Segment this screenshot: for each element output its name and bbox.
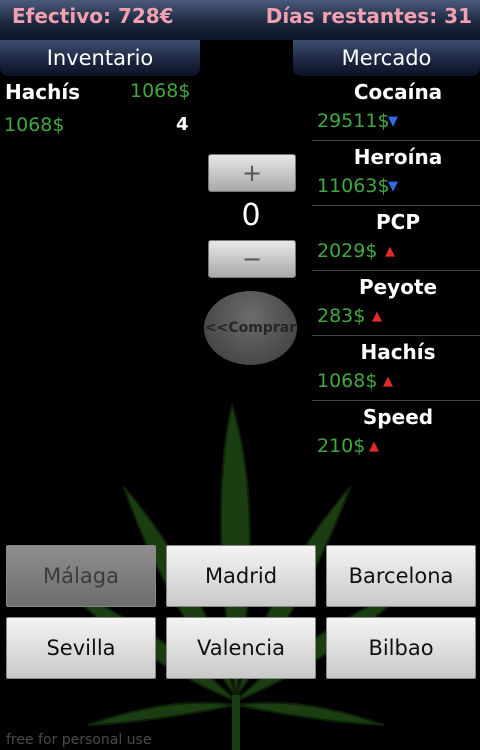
city-button-valencia[interactable]: Valencia — [166, 617, 316, 679]
inventory-item-name[interactable]: Hachís — [5, 80, 80, 104]
market-item-name: Cocaína — [353, 80, 443, 104]
market-item-price: 29511$ — [317, 110, 390, 132]
market-item-price: 283$ — [317, 305, 366, 327]
city-button-malaga[interactable]: Málaga — [6, 545, 156, 607]
market-row-peyote[interactable]: Peyote 283$ ▲ — [312, 271, 480, 336]
increase-quantity-button[interactable]: + — [208, 154, 296, 192]
days-left-label: Días restantes: 31 — [265, 4, 472, 28]
inventory-header: Inventario — [0, 40, 200, 76]
inventory-item-market-price: 1068$ — [130, 80, 191, 102]
market-item-name: PCP — [376, 210, 420, 234]
license-footer: free for personal use — [6, 732, 152, 748]
price-up-icon: ▲ — [372, 309, 382, 324]
market-row-hachis[interactable]: Hachís 1068$ ▲ — [312, 336, 480, 401]
market-row-pcp[interactable]: PCP 2029$ ▲ — [312, 206, 480, 271]
price-down-icon: ▼ — [388, 114, 398, 129]
trade-quantity: 0 — [241, 198, 261, 233]
market-item-name: Speed — [362, 405, 434, 429]
market-row-speed[interactable]: Speed 210$ ▲ — [312, 401, 480, 465]
market-item-price: 1068$ — [317, 370, 378, 392]
city-button-sevilla[interactable]: Sevilla — [6, 617, 156, 679]
market-item-name: Peyote — [358, 275, 438, 299]
price-up-icon: ▲ — [383, 374, 393, 389]
decrease-quantity-button[interactable]: − — [208, 240, 296, 278]
cash-label: Efectivo: 728€ — [12, 4, 174, 28]
market-item-price: 11063$ — [317, 175, 390, 197]
market-item-name: Heroína — [353, 145, 443, 169]
inventory-item-paid-price: 1068$ — [4, 114, 65, 136]
market-item-name: Hachís — [360, 340, 436, 364]
price-up-icon: ▲ — [369, 439, 379, 454]
price-down-icon: ▼ — [388, 179, 398, 194]
market-row-heroina[interactable]: Heroína 11063$ ▼ — [312, 141, 480, 206]
market-item-price: 210$ — [317, 435, 366, 457]
city-button-madrid[interactable]: Madrid — [166, 545, 316, 607]
buy-button[interactable]: <<Comprar — [204, 291, 297, 365]
price-up-icon: ▲ — [385, 244, 395, 259]
city-button-barcelona[interactable]: Barcelona — [326, 545, 476, 607]
inventory-item-quantity: 4 — [176, 114, 189, 135]
market-item-price: 2029$ — [317, 240, 378, 262]
market-header: Mercado — [293, 40, 480, 76]
market-list: Cocaína 29511$ ▼ Heroína 11063$ ▼ PCP 20… — [312, 76, 480, 465]
status-bar: Efectivo: 728€ Días restantes: 31 — [0, 0, 480, 40]
city-button-bilbao[interactable]: Bilbao — [326, 617, 476, 679]
market-row-cocaina[interactable]: Cocaína 29511$ ▼ — [312, 76, 480, 141]
